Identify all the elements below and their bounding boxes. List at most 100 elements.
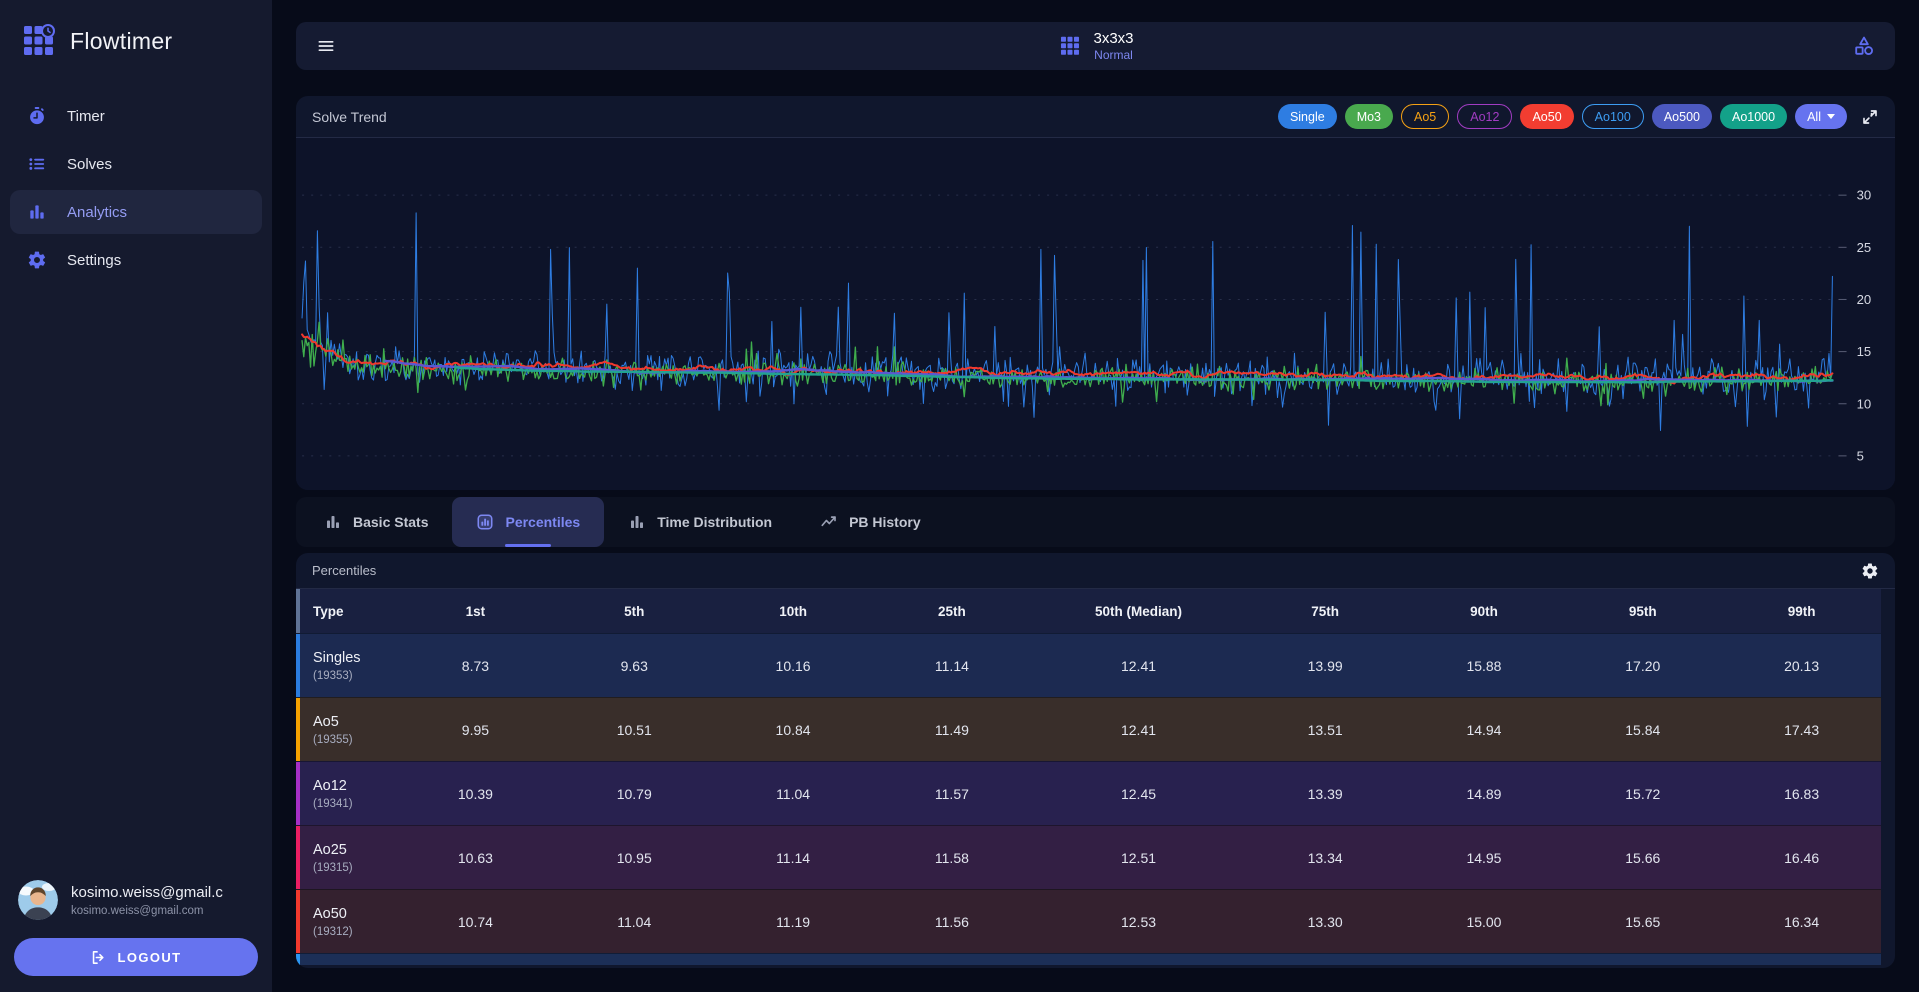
legend-chip-ao12[interactable]: Ao12	[1457, 104, 1512, 129]
value-cell: 20.13	[1722, 658, 1881, 674]
legend-chip-label: Mo3	[1357, 110, 1381, 124]
svg-text:15: 15	[1857, 344, 1872, 359]
type-cell: Ao25 (19315)	[296, 842, 396, 874]
type-count: (19341)	[313, 798, 396, 810]
fullscreen-icon[interactable]	[1861, 108, 1879, 126]
row-accent-bar	[296, 890, 300, 953]
type-cell: Ao5(19355)	[296, 714, 396, 746]
user-display-name: kosimo.weiss@gmail.c	[71, 884, 223, 901]
solve-trend-title: Solve Trend	[312, 109, 387, 125]
value-cell: 16.46	[1722, 850, 1881, 866]
type-cell: Ao50(19312)	[296, 906, 396, 938]
value-cell: 11.04	[714, 786, 873, 802]
legend-chip-ao50[interactable]: Ao50	[1520, 104, 1573, 129]
legend-chip-ao5[interactable]: Ao5	[1401, 104, 1449, 129]
sidebar-item-label: Settings	[67, 252, 121, 269]
column-header-25th: 25th	[872, 604, 1031, 619]
type-name: Singles	[313, 650, 396, 666]
legend-chip-single[interactable]: Single	[1278, 104, 1337, 129]
tab-pb-history[interactable]: PB History	[796, 497, 945, 547]
tab-percentiles[interactable]: Percentiles	[452, 497, 604, 547]
value-cell: 10.51	[555, 722, 714, 738]
trend-chart[interactable]: 51015202530	[296, 138, 1895, 490]
table-row-ao25: Ao25(19315)10.6310.9511.1411.5812.5113.3…	[296, 825, 1881, 889]
column-header-10th: 10th	[714, 604, 873, 619]
solve-trend-header: Solve Trend Single Mo3 Ao5 Ao12 Ao50 Ao100 Ao5…	[296, 96, 1895, 138]
legend-chip-label: Ao12	[1470, 110, 1499, 124]
table-row-singles: Singles(19353)8.739.6310.1611.1412.4113.…	[296, 633, 1881, 697]
row-accent-bar	[296, 634, 300, 697]
user-section: kosimo.weiss@gmail.c kosimo.weiss@gmail.…	[0, 866, 272, 924]
shapes-icon[interactable]	[1853, 35, 1875, 57]
value-cell: 13.34	[1246, 850, 1405, 866]
legend-chip-label: All	[1807, 110, 1821, 124]
tab-basic-stats[interactable]: Basic Stats	[300, 497, 452, 547]
type-name: Ao25	[313, 842, 396, 858]
legend-chip-mo3[interactable]: Mo3	[1345, 104, 1393, 129]
value-cell: 13.39	[1246, 786, 1405, 802]
percentiles-header: Percentiles	[296, 553, 1895, 589]
logout-button[interactable]: LOGOUT	[14, 938, 258, 976]
value-cell: 10.79	[555, 786, 714, 802]
table-row-ao50: Ao50(19312)10.7411.0411.1911.5612.5313.3…	[296, 889, 1881, 953]
user-email: kosimo.weiss@gmail.com	[71, 905, 223, 917]
table-row-ao5: Ao5(19355)9.9510.5110.8411.4912.4113.511…	[296, 697, 1881, 761]
column-header-1st: 1st	[396, 604, 555, 619]
event-title: 3x3x3	[1093, 30, 1133, 48]
bars-icon	[628, 513, 646, 531]
value-cell: 11.56	[872, 914, 1031, 930]
gear-icon[interactable]	[1861, 562, 1879, 580]
user-texts: kosimo.weiss@gmail.c kosimo.weiss@gmail.…	[71, 884, 223, 917]
chevron-down-icon	[1827, 114, 1835, 119]
event-selector[interactable]: 3x3x3 Normal	[1057, 30, 1133, 62]
legend-chip-label: Ao100	[1595, 110, 1631, 124]
cube-grid-icon	[1057, 34, 1081, 58]
column-header-95th: 95th	[1563, 604, 1722, 619]
avatar[interactable]	[18, 880, 58, 920]
value-cell: 13.51	[1246, 722, 1405, 738]
value-cell: 9.95	[396, 722, 555, 738]
percentiles-title: Percentiles	[312, 563, 376, 578]
main-content: 3x3x3 Normal Solve Trend Single Mo3 Ao5 Ao1…	[272, 0, 1919, 992]
sidebar-item-analytics[interactable]: Analytics	[10, 190, 262, 234]
tab-time-distribution[interactable]: Time Distribution	[604, 497, 796, 547]
app-logo-row: Flowtimer	[0, 0, 272, 66]
value-cell: 10.39	[396, 786, 555, 802]
legend-chip-ao100[interactable]: Ao100	[1582, 104, 1644, 129]
value-cell: 14.89	[1405, 786, 1564, 802]
type-count: (19353)	[313, 670, 396, 682]
app-title: Flowtimer	[70, 28, 172, 55]
sidebar-spacer	[0, 282, 272, 866]
type-count: (19315)	[313, 862, 396, 874]
value-cell: 11.49	[872, 722, 1031, 738]
legend-chip-label: Ao5	[1414, 110, 1436, 124]
header-accent-bar	[296, 589, 300, 633]
legend-chip-ao500[interactable]: Ao500	[1652, 104, 1712, 129]
value-cell: 10.84	[714, 722, 873, 738]
value-cell: 14.94	[1405, 722, 1564, 738]
legend-chip-all[interactable]: All	[1795, 104, 1847, 129]
solve-trend-panel: Solve Trend Single Mo3 Ao5 Ao12 Ao50 Ao100 Ao5…	[296, 96, 1895, 490]
menu-icon[interactable]	[316, 36, 336, 56]
legend-chip-label: Ao1000	[1732, 110, 1775, 124]
column-header-type: Type	[296, 604, 396, 619]
pct-icon	[476, 513, 494, 531]
sidebar-item-settings[interactable]: Settings	[10, 238, 262, 282]
sidebar-item-solves[interactable]: Solves	[10, 142, 262, 186]
tab-label: Time Distribution	[657, 514, 772, 530]
column-header-5th: 5th	[555, 604, 714, 619]
percentiles-panel: Percentiles Type1st5th10th25th50th (Medi…	[296, 553, 1895, 968]
zigzag-icon	[820, 513, 838, 531]
sidebar-nav: TimerSolvesAnalytics Settings	[0, 94, 272, 282]
bars-icon	[324, 513, 342, 531]
table-header-row: Type1st5th10th25th50th (Median)75th90th9…	[296, 589, 1881, 633]
value-cell: 12.51	[1031, 850, 1245, 866]
sidebar-item-timer[interactable]: Timer	[10, 94, 262, 138]
logout-label: LOGOUT	[117, 950, 181, 965]
analytics-tabs: Basic StatsPercentiles Time Distribution P…	[296, 497, 1895, 547]
gear-icon	[27, 250, 47, 270]
timer-icon	[27, 106, 47, 126]
value-cell: 11.19	[714, 914, 873, 930]
value-cell: 10.95	[555, 850, 714, 866]
legend-chip-ao1000[interactable]: Ao1000	[1720, 104, 1787, 129]
